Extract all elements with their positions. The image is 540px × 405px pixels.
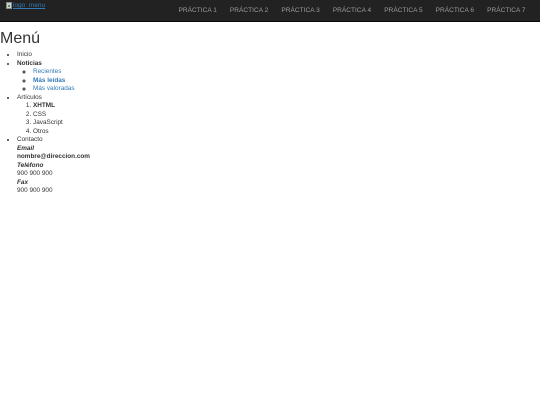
menu-item-inicio: Inicio bbox=[17, 51, 90, 60]
menu-item-contacto: Contacto bbox=[17, 136, 90, 145]
contact-phone-term: Teléfono bbox=[17, 161, 44, 169]
noticias-item-recientes: Recientes bbox=[33, 68, 90, 77]
page-title: Menú bbox=[0, 30, 41, 47]
menu-item-contacto-label: Contacto bbox=[17, 136, 43, 143]
menu-item-inicio-label: Inicio bbox=[17, 51, 32, 58]
articulos-css-label: CSS bbox=[33, 110, 47, 118]
link-recientes[interactable]: Recientes bbox=[33, 68, 61, 75]
nav-practica-4[interactable]: PRÁCTICA 4 bbox=[326, 0, 377, 22]
nav-practica-7[interactable]: PRÁCTICA 7 bbox=[481, 0, 532, 22]
noticias-item-mas-leidas: Más leídas bbox=[33, 77, 90, 86]
main-menu-list: Inicio Noticias Recientes Más leídas Más… bbox=[0, 51, 90, 145]
contact-phone-value: 900 900 900 bbox=[17, 170, 53, 177]
logo-link[interactable]: logo_menu bbox=[6, 1, 45, 13]
contact-email-term: Email bbox=[17, 144, 35, 152]
articulos-item-xhtml: XHTML bbox=[33, 102, 90, 111]
menu-content: Inicio Noticias Recientes Más leídas Más… bbox=[0, 51, 90, 196]
nav-practica-2[interactable]: PRÁCTICA 2 bbox=[223, 0, 274, 22]
nav-links: PRÁCTICA 1 PRÁCTICA 2 PRÁCTICA 3 PRÁCTIC… bbox=[172, 0, 532, 22]
menu-item-articulos: Artículos XHTML CSS JavaScript Otros bbox=[17, 94, 90, 137]
logo-alt-text: logo_menu bbox=[13, 2, 46, 9]
nav-practica-1[interactable]: PRÁCTICA 1 bbox=[172, 0, 223, 22]
nav-practica-5[interactable]: PRÁCTICA 5 bbox=[378, 0, 429, 22]
menu-item-noticias-label: Noticias bbox=[17, 59, 42, 67]
contact-fax-value: 900 900 900 bbox=[17, 187, 53, 194]
articulos-javascript-label: JavaScript bbox=[33, 119, 63, 126]
noticias-sublist: Recientes Más leídas Más valoradas bbox=[17, 68, 90, 94]
nav-practica-3[interactable]: PRÁCTICA 3 bbox=[275, 0, 326, 22]
top-navbar: logo_menu PRÁCTICA 1 PRÁCTICA 2 PRÁCTICA… bbox=[0, 0, 540, 22]
articulos-item-javascript: JavaScript bbox=[33, 119, 90, 128]
contact-details: Email nombre@direccion.com Teléfono 900 … bbox=[0, 145, 90, 196]
articulos-xhtml-label: XHTML bbox=[33, 102, 56, 109]
articulos-item-css: CSS bbox=[33, 111, 90, 120]
noticias-item-mas-valoradas: Más valoradas bbox=[33, 85, 90, 94]
menu-item-noticias: Noticias Recientes Más leídas Más valora… bbox=[17, 60, 90, 94]
broken-image-icon bbox=[6, 2, 12, 9]
menu-item-articulos-label: Artículos bbox=[17, 93, 42, 101]
articulos-sublist: XHTML CSS JavaScript Otros bbox=[17, 102, 90, 136]
articulos-item-otros: Otros bbox=[33, 128, 90, 137]
link-mas-leidas[interactable]: Más leídas bbox=[33, 77, 65, 84]
nav-practica-6[interactable]: PRÁCTICA 6 bbox=[429, 0, 480, 22]
contact-fax-term: Fax bbox=[17, 178, 29, 186]
link-mas-valoradas[interactable]: Más valoradas bbox=[33, 85, 75, 92]
contact-email-value: nombre@direccion.com bbox=[17, 153, 90, 160]
articulos-otros-label: Otros bbox=[33, 127, 49, 135]
